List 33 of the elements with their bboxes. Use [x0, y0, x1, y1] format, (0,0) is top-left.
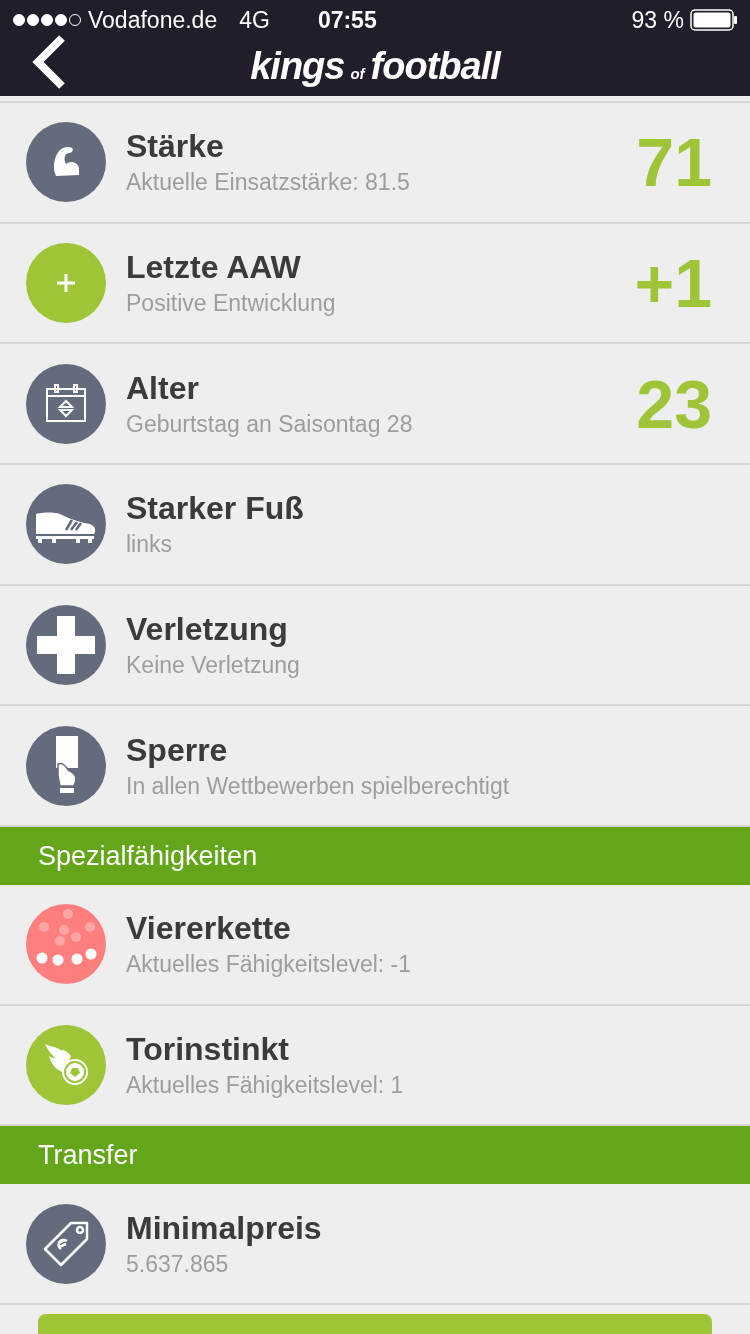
- battery-percent: 93 %: [631, 5, 684, 35]
- back-icon: [30, 34, 66, 90]
- signal-icon: [12, 13, 82, 27]
- row-title: Stärke: [126, 127, 225, 167]
- row-title: Verletzung: [126, 610, 289, 649]
- row-value: +1: [634, 249, 712, 317]
- row-value: 23: [636, 369, 712, 438]
- clock: 07:55: [317, 5, 377, 35]
- row-title: Letzte AAW: [126, 248, 302, 287]
- row-subtitle: 5.637.865: [126, 1249, 230, 1279]
- row-title: Minimalpreis: [126, 1208, 323, 1248]
- section-header: Transfer: [0, 1126, 750, 1185]
- row-value: 71: [636, 128, 712, 197]
- row-subtitle: Aktuelles Fähigkeitslevel: 1: [126, 1071, 405, 1101]
- row-title: Alter: [126, 368, 200, 408]
- row-subtitle: Aktuelle Einsatzstärke: 81.5: [126, 168, 411, 198]
- network-type: 4G: [239, 5, 270, 35]
- row-subtitle: Positive Entwicklung: [126, 289, 337, 318]
- logo-text: of: [350, 66, 365, 81]
- logo-text: kings: [250, 47, 345, 85]
- row-subtitle: Keine Verletzung: [126, 651, 301, 680]
- row-subtitle: links: [126, 530, 173, 560]
- row-title: Viererkette: [126, 909, 292, 949]
- row-title: Starker Fuß: [126, 489, 305, 529]
- carrier-name: Vodafone.de: [88, 5, 218, 35]
- row-subtitle: In allen Wettbewerben spielberechtigt: [126, 771, 511, 801]
- row-title: Torinstinkt: [126, 1030, 290, 1070]
- row-subtitle: Aktuelles Fähigkeitslevel: -1: [126, 950, 413, 980]
- battery-icon: [690, 9, 738, 31]
- row-title: Sperre: [126, 730, 229, 770]
- section-header: Spezialfähigkeiten: [0, 827, 750, 886]
- row-subtitle: Geburtstag an Saisontag 28: [126, 409, 414, 439]
- logo-text: football: [370, 47, 500, 85]
